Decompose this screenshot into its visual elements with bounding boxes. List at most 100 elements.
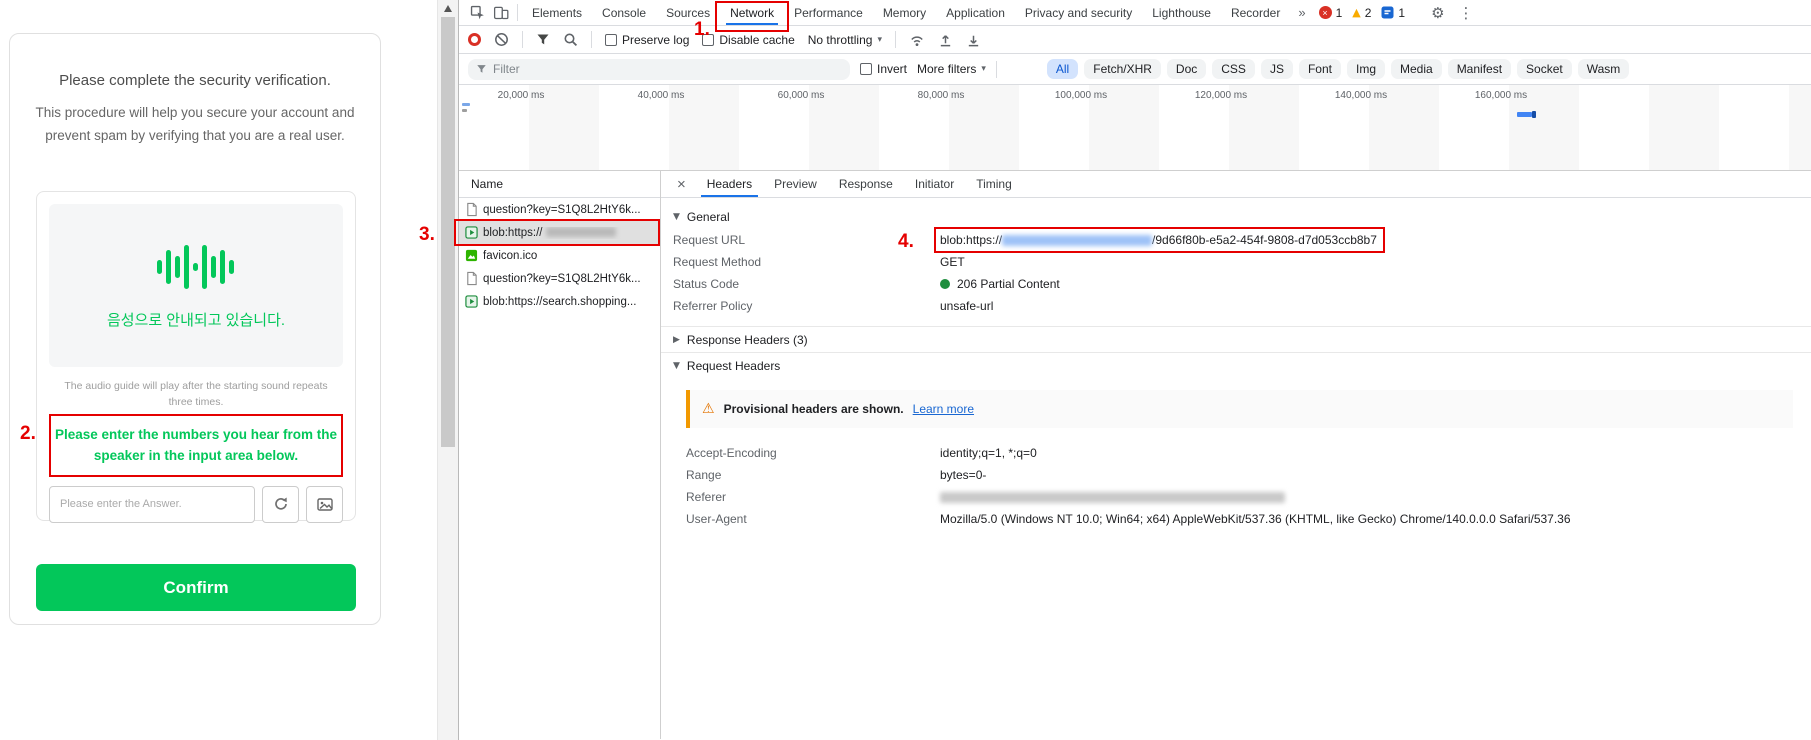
- triangle-open-icon: ▼: [673, 212, 680, 222]
- tab-elements[interactable]: Elements: [522, 0, 592, 25]
- chip-media[interactable]: Media: [1391, 59, 1442, 79]
- request-headers-section-header[interactable]: ▼ Request Headers: [661, 352, 1811, 378]
- timeline-tick: 60,000 ms: [778, 90, 825, 101]
- chip-css[interactable]: CSS: [1212, 59, 1255, 79]
- filter-funnel-icon: [476, 64, 487, 74]
- verification-description: This procedure will help you secure your…: [10, 102, 380, 148]
- answer-input[interactable]: [49, 486, 255, 523]
- scrollbar-up-arrow-icon[interactable]: [444, 5, 452, 12]
- tab-console[interactable]: Console: [592, 0, 656, 25]
- request-row-question-1[interactable]: question?key=S1Q8L2HtY6k...: [459, 198, 660, 221]
- settings-gear-icon[interactable]: ⚙: [1424, 4, 1451, 22]
- network-timeline-overview[interactable]: 20,000 ms 40,000 ms 60,000 ms 80,000 ms …: [459, 85, 1811, 171]
- provisional-headers-warning: ⚠ Provisional headers are shown. Learn m…: [686, 390, 1793, 428]
- request-url-value[interactable]: blob:https:///9d66f80b-e5a2-454f-9808-d7…: [940, 232, 1377, 248]
- export-har-icon[interactable]: [966, 32, 981, 48]
- close-icon[interactable]: ×: [667, 176, 696, 193]
- page-scrollbar[interactable]: [437, 0, 458, 740]
- filter-funnel-icon[interactable]: [536, 33, 550, 46]
- waterfall-mark: [1532, 111, 1536, 118]
- media-icon: [465, 226, 478, 239]
- annotation-number-4: 4.: [898, 231, 914, 253]
- tab-recorder[interactable]: Recorder: [1221, 0, 1290, 25]
- audio-status-text: 음성으로 안내되고 있습니다.: [107, 309, 285, 330]
- disable-cache-checkbox[interactable]: Disable cache: [702, 33, 794, 47]
- redacted-url-segment: [546, 227, 616, 237]
- captcha-page: Please complete the security verificatio…: [0, 0, 437, 740]
- throttling-dropdown[interactable]: No throttling ▾: [808, 33, 882, 47]
- import-har-icon[interactable]: [938, 32, 953, 48]
- answer-row: [49, 486, 343, 523]
- tab-network[interactable]: Network: [720, 0, 784, 25]
- tab-application[interactable]: Application: [936, 0, 1015, 25]
- detail-tabbar: × Headers Preview Response Initiator Tim…: [661, 171, 1811, 198]
- device-toolbar-icon[interactable]: [489, 2, 513, 24]
- chevron-down-icon: ▾: [981, 64, 986, 74]
- tab-response[interactable]: Response: [828, 171, 904, 197]
- redacted-url-segment: [1002, 235, 1152, 246]
- invert-checkbox[interactable]: Invert: [860, 62, 907, 76]
- checkbox-icon: [860, 63, 872, 75]
- tab-lighthouse[interactable]: Lighthouse: [1142, 0, 1221, 25]
- chip-all[interactable]: All: [1047, 59, 1078, 79]
- confirm-button[interactable]: Confirm: [36, 564, 356, 611]
- tab-initiator[interactable]: Initiator: [904, 171, 965, 197]
- warning-badge[interactable]: ▲ 2: [1352, 6, 1371, 20]
- header-row-referer: Referer: [661, 486, 1811, 508]
- preserve-log-checkbox[interactable]: Preserve log: [605, 33, 689, 47]
- tab-performance[interactable]: Performance: [784, 0, 873, 25]
- tab-preview[interactable]: Preview: [763, 171, 828, 197]
- response-headers-section-header[interactable]: ▶ Response Headers (3): [661, 326, 1811, 352]
- kebab-menu-icon[interactable]: ⋮: [1452, 4, 1481, 22]
- instruction-text-annotation-box-2: Please enter the numbers you hear from t…: [49, 414, 343, 477]
- request-row-question-2[interactable]: question?key=S1Q8L2HtY6k...: [459, 267, 660, 290]
- image-captcha-button[interactable]: [306, 486, 343, 523]
- refresh-icon: [273, 496, 289, 512]
- waterfall-mark: [462, 109, 467, 112]
- tab-timing[interactable]: Timing: [965, 171, 1023, 197]
- request-list-panel: Name question?key=S1Q8L2HtY6k...: [459, 171, 661, 739]
- timeline-tick: 80,000 ms: [918, 90, 965, 101]
- request-detail-panel: × Headers Preview Response Initiator Tim…: [661, 171, 1811, 739]
- chip-font[interactable]: Font: [1299, 59, 1341, 79]
- more-filters-dropdown[interactable]: More filters ▾: [917, 62, 986, 76]
- clear-network-log-icon[interactable]: [494, 32, 509, 47]
- header-row-user-agent: User-Agent Mozilla/5.0 (Windows NT 10.0;…: [661, 508, 1811, 530]
- chip-doc[interactable]: Doc: [1167, 59, 1206, 79]
- tab-memory[interactable]: Memory: [873, 0, 936, 25]
- chip-wasm[interactable]: Wasm: [1578, 59, 1630, 79]
- chip-manifest[interactable]: Manifest: [1448, 59, 1511, 79]
- request-row-blob-selected[interactable]: blob:https://: [459, 221, 660, 244]
- request-row-blob-search[interactable]: blob:https://search.shopping...: [459, 290, 660, 313]
- scrollbar-thumb[interactable]: [441, 17, 455, 447]
- filter-input[interactable]: Filter: [468, 59, 850, 80]
- request-url-row: Request URL blob:https:///9d66f80b-e5a2-…: [661, 229, 1811, 251]
- record-network-log-button[interactable]: [468, 33, 481, 46]
- refresh-audio-button[interactable]: [262, 486, 299, 523]
- chip-socket[interactable]: Socket: [1517, 59, 1572, 79]
- redacted-referer-value: [940, 492, 1285, 503]
- network-controls-bar: Preserve log Disable cache No throttling…: [459, 26, 1811, 54]
- issues-badge[interactable]: 1: [1381, 6, 1405, 20]
- learn-more-link[interactable]: Learn more: [913, 402, 974, 416]
- tab-privacy-and-security[interactable]: Privacy and security: [1015, 0, 1142, 25]
- audio-player-area: 음성으로 안내되고 있습니다.: [49, 204, 343, 367]
- timeline-tick: 140,000 ms: [1335, 90, 1387, 101]
- referrer-policy-row: Referrer Policy unsafe-url: [661, 295, 1811, 317]
- request-row-favicon[interactable]: favicon.ico: [459, 244, 660, 267]
- warning-icon: ⚠: [702, 401, 715, 417]
- tab-sources[interactable]: Sources: [656, 0, 720, 25]
- error-badge[interactable]: × 1: [1319, 6, 1343, 20]
- chip-img[interactable]: Img: [1347, 59, 1385, 79]
- tab-headers[interactable]: Headers: [696, 171, 763, 197]
- name-column-header[interactable]: Name: [459, 171, 660, 198]
- divider: [517, 4, 518, 21]
- chip-js[interactable]: JS: [1261, 59, 1293, 79]
- issues-icon: [1381, 6, 1394, 19]
- search-icon[interactable]: [563, 32, 578, 47]
- inspect-element-icon[interactable]: [465, 2, 489, 24]
- chip-fetch-xhr[interactable]: Fetch/XHR: [1084, 59, 1161, 79]
- more-tabs-icon[interactable]: »: [1290, 5, 1313, 20]
- general-section-header[interactable]: ▼ General: [661, 205, 1811, 229]
- network-conditions-icon[interactable]: [909, 32, 925, 48]
